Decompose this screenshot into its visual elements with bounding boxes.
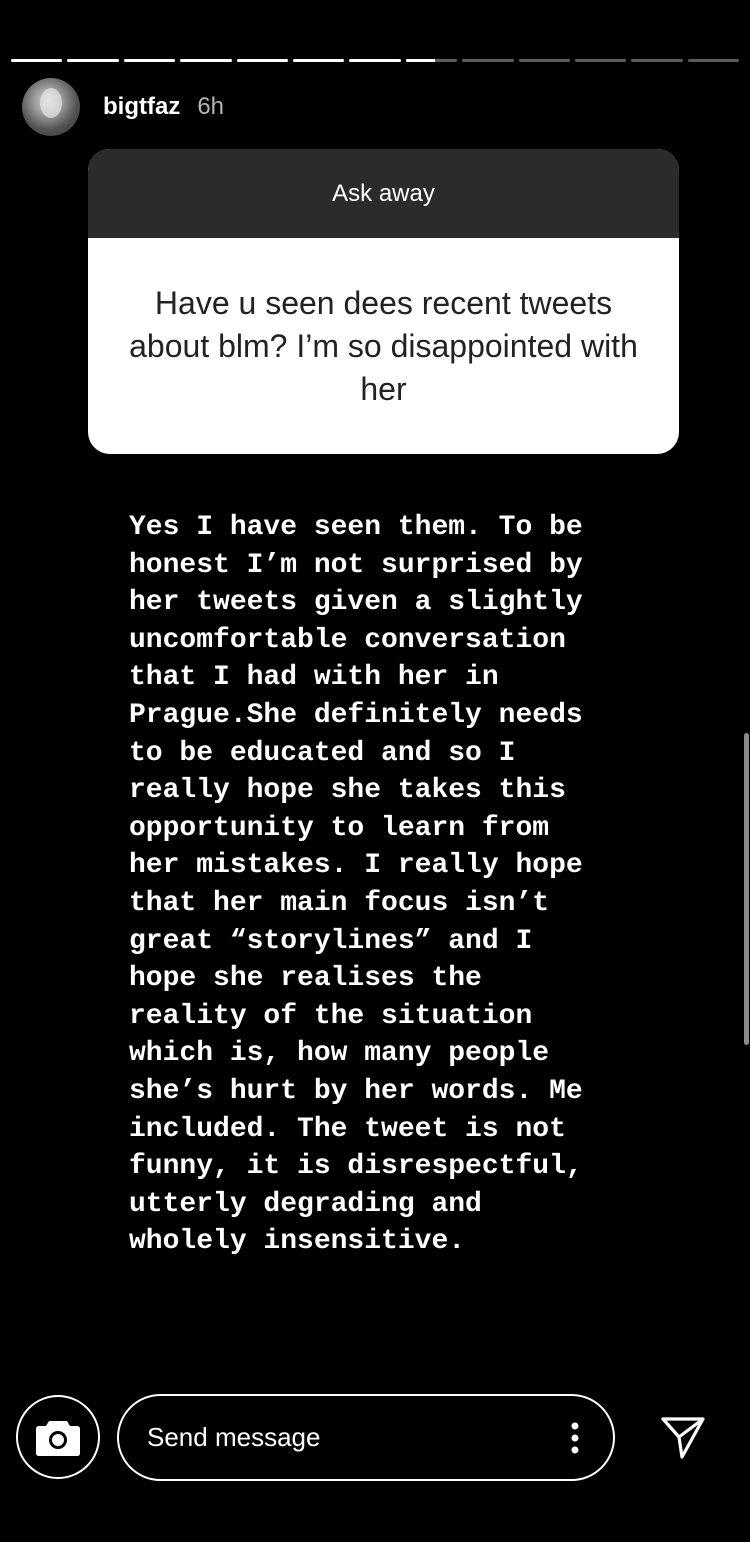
question-sticker-prompt: Ask away (88, 149, 679, 238)
progress-segment-fill (292, 59, 345, 62)
progress-segment (123, 59, 176, 62)
progress-segment-fill (67, 59, 119, 62)
progress-segment (11, 59, 63, 62)
progress-segment-fill (236, 59, 288, 62)
progress-segment (518, 59, 570, 62)
progress-segment (574, 59, 627, 62)
send-message-input[interactable]: Send message (117, 1394, 615, 1481)
progress-segment (631, 59, 683, 62)
progress-segment-fill (180, 59, 232, 62)
question-sticker[interactable]: Ask away Have u seen dees recent tweets … (88, 149, 679, 454)
story-answer-text: Yes I have seen them. To be honest I’m n… (129, 512, 583, 1258)
post-time: 6h (197, 93, 225, 120)
send-icon[interactable] (660, 1416, 706, 1460)
progress-segment (687, 59, 740, 62)
story-header: bigtfaz 6h (22, 78, 224, 136)
question-sticker-text: Have u seen dees recent tweets about blm… (129, 284, 638, 407)
progress-segment (349, 59, 401, 62)
progress-segment (67, 59, 119, 62)
more-vertical-icon[interactable] (571, 1422, 579, 1454)
progress-segment-fill (349, 59, 401, 62)
progress-segment (180, 59, 232, 62)
progress-segment (462, 59, 514, 62)
progress-segment-fill (11, 59, 63, 62)
progress-segment-fill (405, 59, 435, 62)
story-progress-bar (11, 59, 740, 63)
camera-icon (36, 1421, 80, 1456)
send-message-placeholder: Send message (147, 1422, 321, 1452)
username[interactable]: bigtfaz (103, 93, 180, 121)
avatar[interactable] (22, 78, 80, 136)
progress-segment (292, 59, 345, 62)
progress-segment-fill (123, 59, 176, 62)
camera-button[interactable] (16, 1395, 100, 1479)
progress-segment (236, 59, 288, 62)
progress-segment (405, 59, 458, 62)
scrollbar (744, 733, 749, 1045)
